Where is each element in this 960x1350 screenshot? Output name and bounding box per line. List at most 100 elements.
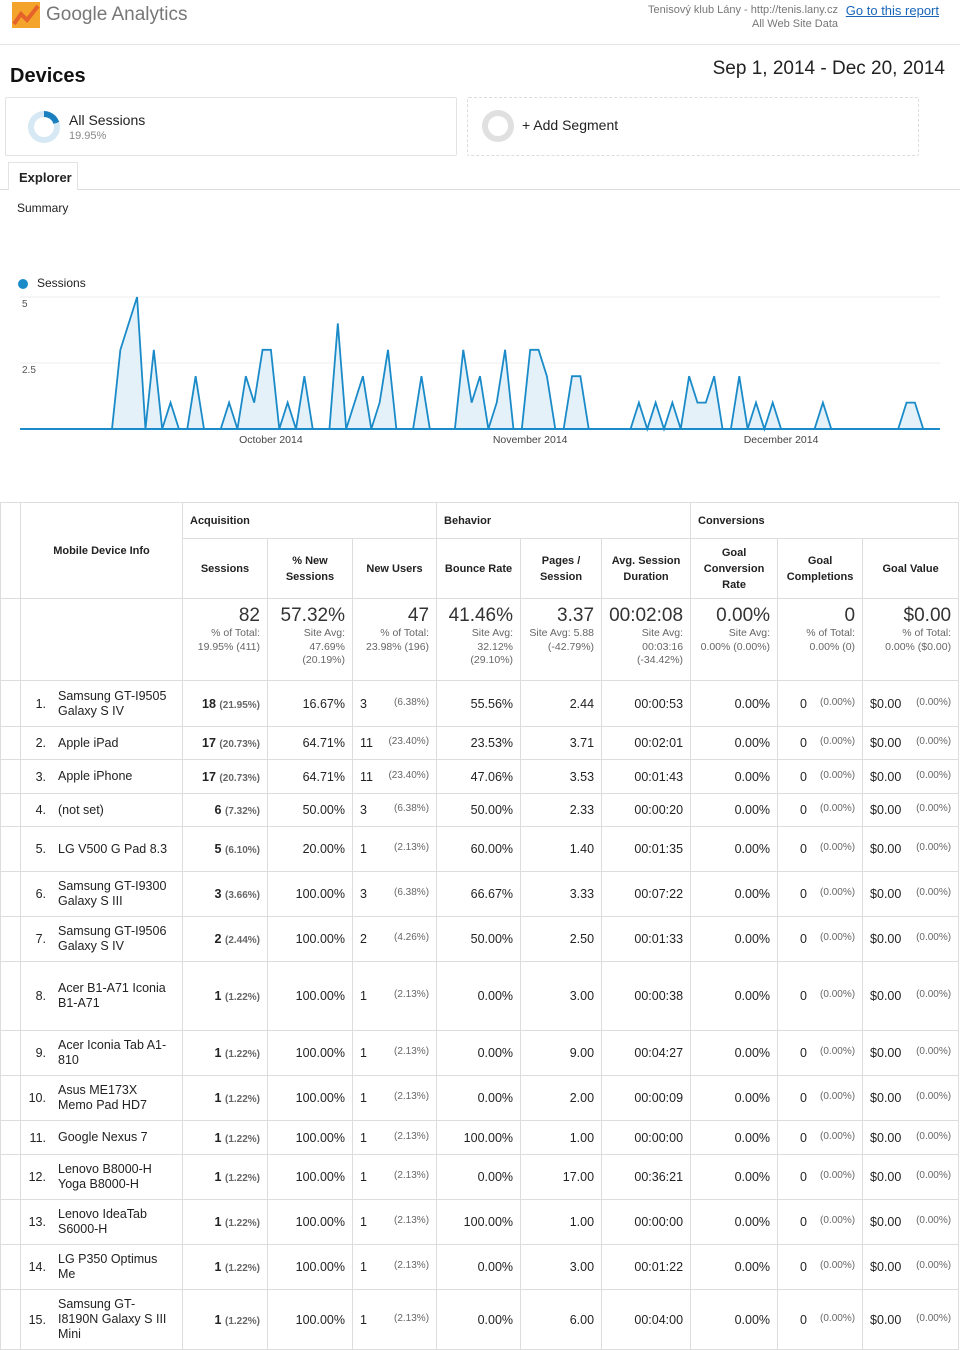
totals-cell: 0% of Total: 0.00% (0) (778, 599, 863, 681)
goal-completions-cell: 0(0.00%) (778, 917, 863, 962)
x-tick-label: October 2014 (239, 434, 303, 446)
goal-completions-value: 0 (800, 1170, 807, 1184)
device-name[interactable]: Acer B1-A71 Iconia B1-A71 (58, 981, 168, 1011)
device-name[interactable]: Samsung GT-I9300 Galaxy S III (58, 879, 168, 909)
new-users-cell: 3(6.38%) (353, 794, 437, 827)
row-index: 3. (21, 770, 46, 784)
google-analytics-logo: Google Analytics (12, 2, 188, 28)
goal-completions-cell: 0(0.00%) (778, 1121, 863, 1155)
avg-duration-cell: 00:00:00 (602, 1121, 691, 1155)
tab-summary[interactable]: Summary (17, 201, 68, 215)
new-users-percent: (2.13%) (394, 1131, 429, 1142)
new-sessions-cell: 100.00% (268, 1155, 353, 1200)
sessions-value: 1 (215, 1170, 222, 1184)
tab-explorer[interactable]: Explorer (8, 162, 78, 190)
device-name[interactable]: Apple iPhone (58, 769, 168, 784)
device-name[interactable]: LG V500 G Pad 8.3 (58, 842, 168, 857)
table-row: 6.Samsung GT-I9300 Galaxy S III3 (3.66%)… (1, 872, 959, 917)
device-name[interactable]: Lenovo B8000-H Yoga B8000-H (58, 1162, 168, 1192)
goal-completions-value: 0 (800, 1215, 807, 1229)
column-header[interactable]: New Users (353, 539, 437, 599)
device-cell[interactable]: 13.Lenovo IdeaTab S6000-H (21, 1200, 183, 1245)
segment-all-sessions[interactable]: All Sessions 19.95% (5, 97, 457, 156)
dimension-header[interactable]: Mobile Device Info (21, 503, 183, 599)
sessions-percent: (2.44%) (225, 935, 260, 946)
total-sub: % of Total: 23.98% (196) (360, 627, 429, 654)
goal-completions-value: 0 (800, 770, 807, 784)
device-name[interactable]: Google Nexus 7 (58, 1130, 168, 1145)
device-cell[interactable]: 5.LG V500 G Pad 8.3 (21, 827, 183, 872)
device-name[interactable]: Lenovo IdeaTab S6000-H (58, 1207, 168, 1237)
device-name[interactable]: Asus ME173X Memo Pad HD7 (58, 1083, 168, 1113)
go-to-report-link[interactable]: Go to this report (846, 3, 939, 18)
column-header[interactable]: Goal Completions (778, 539, 863, 599)
avg-duration-cell: 00:01:35 (602, 827, 691, 872)
property-name: Tenisový klub Lány - http://tenis.lany.c… (648, 3, 838, 17)
device-name[interactable]: (not set) (58, 803, 168, 818)
device-cell[interactable]: 7. Samsung GT-I9506 Galaxy S IV (21, 917, 183, 962)
pages-per-session-cell: 3.00 (521, 962, 602, 1031)
sessions-percent: (1.22%) (225, 1173, 260, 1184)
bounce-rate-cell: 0.00% (437, 1290, 521, 1350)
new-sessions-cell: 64.71% (268, 760, 353, 794)
device-cell[interactable]: 14.LG P350 Optimus Me (21, 1245, 183, 1290)
sessions-percent: (20.73%) (219, 739, 260, 750)
pages-per-session-cell: 3.00 (521, 1245, 602, 1290)
device-name[interactable]: Samsung GT-I8190N Galaxy S III Mini (58, 1297, 168, 1342)
device-name[interactable]: Apple iPad (58, 736, 168, 751)
device-cell[interactable]: 10.Asus ME173X Memo Pad HD7 (21, 1076, 183, 1121)
sessions-value: 3 (215, 887, 222, 901)
device-name[interactable]: Acer Iconia Tab A1-810 (58, 1038, 168, 1068)
pages-per-session-cell: 2.50 (521, 917, 602, 962)
device-cell[interactable]: 15.Samsung GT-I8190N Galaxy S III Mini (21, 1290, 183, 1350)
devices-table: Mobile Device Info Acquisition Behavior … (0, 502, 959, 1350)
column-header[interactable]: Sessions (183, 539, 268, 599)
new-users-cell: 11(23.40%) (353, 760, 437, 794)
device-name[interactable]: Samsung GT-I9505 Galaxy S IV (58, 689, 168, 719)
new-users-value: 1 (360, 1215, 367, 1229)
new-users-cell: 1(2.13%) (353, 1121, 437, 1155)
date-range[interactable]: Sep 1, 2014 - Dec 20, 2014 (713, 58, 945, 80)
column-header[interactable]: Bounce Rate (437, 539, 521, 599)
row-stub (1, 760, 21, 794)
goal-value-percent: (0.00%) (916, 1313, 951, 1324)
row-index: 7. (21, 932, 46, 946)
table-row: 4.(not set)6 (7.32%)50.00%3(6.38%)50.00%… (1, 794, 959, 827)
goal-conversion-cell: 0.00% (691, 917, 778, 962)
bounce-rate-cell: 23.53% (437, 727, 521, 760)
bounce-rate-cell: 100.00% (437, 1121, 521, 1155)
row-index: 12. (21, 1170, 46, 1184)
device-cell[interactable]: 4.(not set) (21, 794, 183, 827)
page-title: Devices (10, 65, 86, 88)
device-cell[interactable]: 12. Lenovo B8000-H Yoga B8000-H (21, 1155, 183, 1200)
column-header[interactable]: Goal Value (863, 539, 959, 599)
column-header[interactable]: Goal Conversion Rate (691, 539, 778, 599)
totals-cell: 00:02:08Site Avg: 00:03:16 (-34.42%) (602, 599, 691, 681)
device-cell[interactable]: 2.Apple iPad (21, 727, 183, 760)
device-cell[interactable]: 6.Samsung GT-I9300 Galaxy S III (21, 872, 183, 917)
column-header[interactable]: % New Sessions (268, 539, 353, 599)
device-name[interactable]: LG P350 Optimus Me (58, 1252, 168, 1282)
new-sessions-cell: 100.00% (268, 1290, 353, 1350)
goal-completions-cell: 0(0.00%) (778, 827, 863, 872)
device-cell[interactable]: 3. Apple iPhone (21, 760, 183, 794)
goal-value-percent: (0.00%) (916, 1131, 951, 1142)
goal-value: $0.00 (870, 989, 901, 1003)
device-cell[interactable]: 11.Google Nexus 7 (21, 1121, 183, 1155)
add-segment-button[interactable]: + Add Segment (467, 97, 919, 156)
total-sub: % of Total: 0.00% ($0.00) (870, 627, 951, 654)
new-users-cell: 1(2.13%) (353, 1076, 437, 1121)
avg-duration-cell: 00:00:20 (602, 794, 691, 827)
avg-duration-cell: 00:04:27 (602, 1031, 691, 1076)
device-name[interactable]: Samsung GT-I9506 Galaxy S IV (58, 924, 168, 954)
goal-completions-percent: (0.00%) (820, 1170, 855, 1181)
column-header[interactable]: Avg. Session Duration (602, 539, 691, 599)
device-cell[interactable]: 9.Acer Iconia Tab A1-810 (21, 1031, 183, 1076)
sessions-cell: 3 (3.66%) (183, 872, 268, 917)
device-cell[interactable]: 1.Samsung GT-I9505 Galaxy S IV (21, 681, 183, 727)
goal-completions-percent: (0.00%) (820, 770, 855, 781)
new-users-cell: 1(2.13%) (353, 1245, 437, 1290)
totals-cell: 3.37Site Avg: 5.88 (-42.79%) (521, 599, 602, 681)
device-cell[interactable]: 8.Acer B1-A71 Iconia B1-A71 (21, 962, 183, 1031)
column-header[interactable]: Pages / Session (521, 539, 602, 599)
